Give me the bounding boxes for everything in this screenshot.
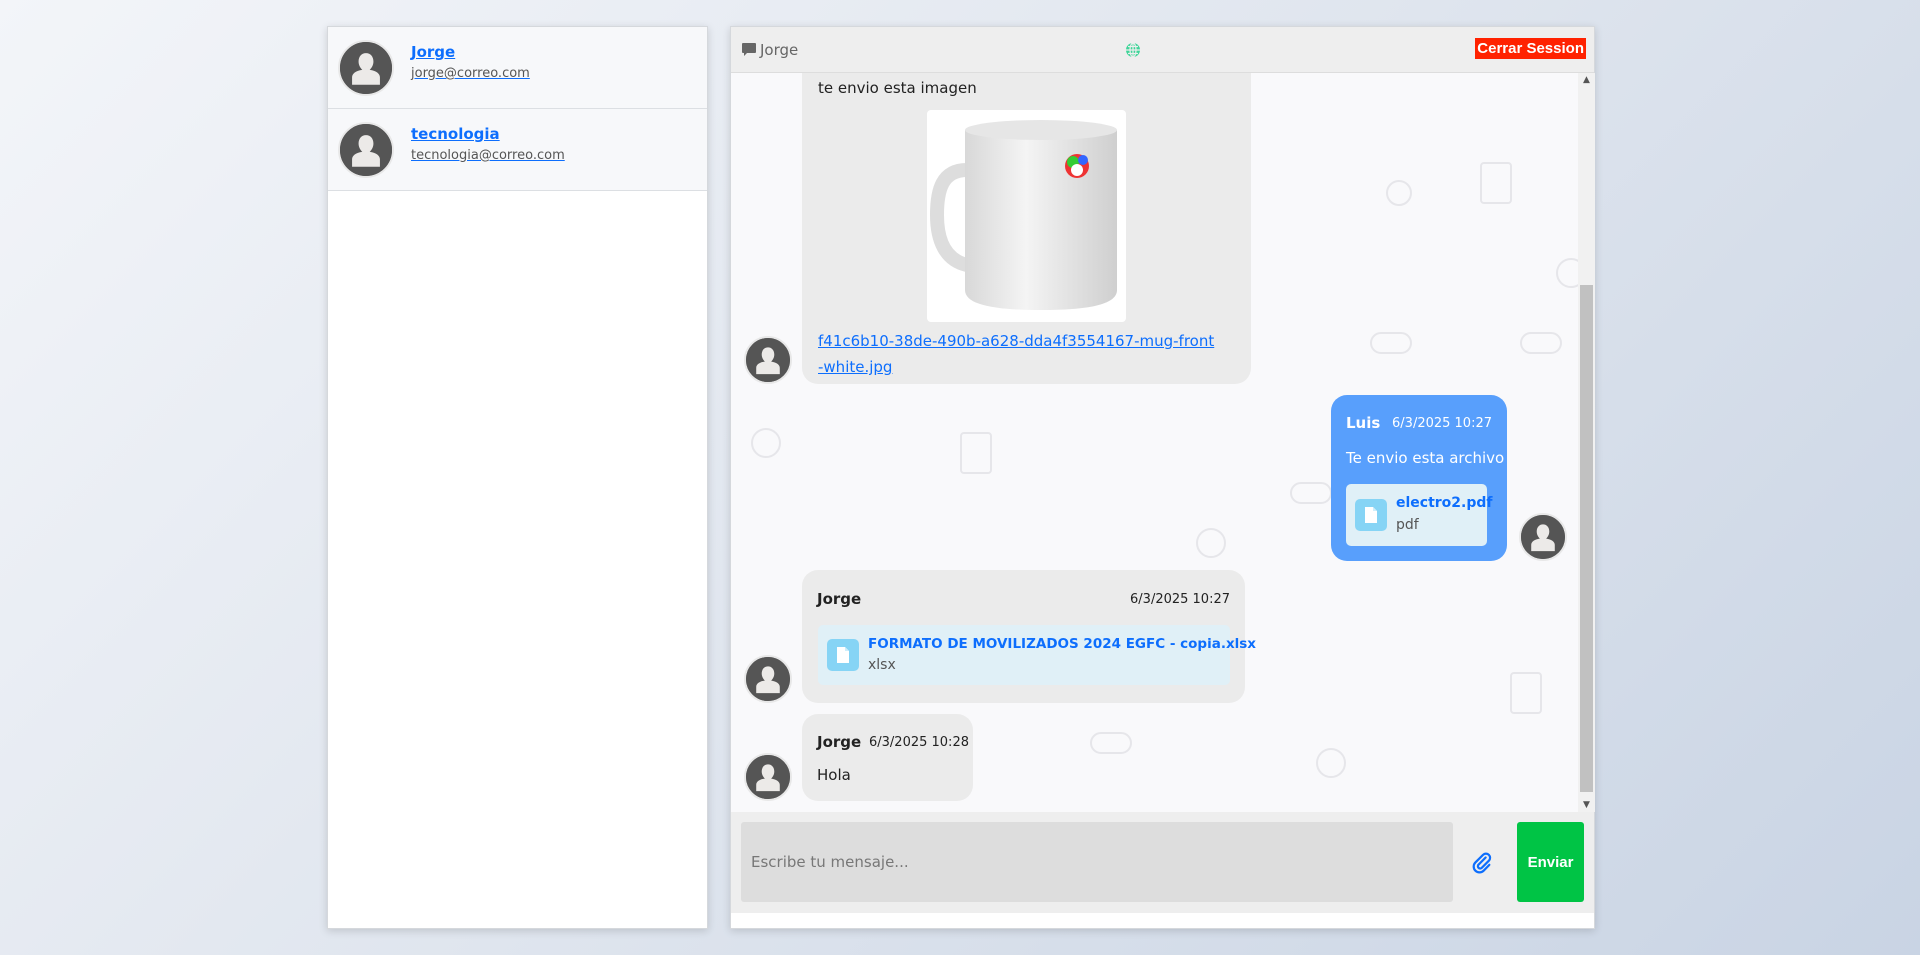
file-type: pdf	[1396, 517, 1419, 533]
contact-email[interactable]: jorge@correo.com	[411, 66, 530, 81]
own-avatar	[1519, 513, 1567, 561]
contact-item-tecnologia[interactable]: tecnologia tecnologia@correo.com	[328, 109, 707, 191]
avatar	[338, 40, 394, 96]
scrollbar-thumb[interactable]	[1580, 285, 1593, 792]
chat-bubble-icon	[742, 43, 756, 56]
file-attachment[interactable]: FORMATO DE MOVILIZADOS 2024 EGFC - copia…	[818, 625, 1256, 685]
file-name[interactable]: FORMATO DE MOVILIZADOS 2024 EGFC - copia…	[868, 636, 1256, 652]
avatar	[338, 122, 394, 178]
messages-scrollbar[interactable]: ▲ ▼	[1578, 73, 1595, 812]
message-bubble-image: te envio esta imagen f41c6b10-38de-490b-…	[802, 73, 1251, 384]
file-icon	[1355, 499, 1387, 531]
send-button[interactable]: Enviar	[1517, 822, 1584, 902]
chat-name: Jorge	[760, 41, 799, 59]
globe-icon	[1126, 42, 1140, 58]
scroll-up-icon[interactable]: ▲	[1578, 73, 1595, 87]
message-bubble-text: Jorge 6/3/2025 10:28 Hola	[802, 714, 973, 801]
message-time: 6/3/2025 10:28	[869, 735, 969, 750]
image-attachment[interactable]	[927, 110, 1126, 322]
messages-area: te envio esta imagen f41c6b10-38de-490b-…	[731, 73, 1595, 812]
scroll-down-icon[interactable]: ▼	[1578, 798, 1595, 812]
chat-header: Jorge Cerrar Session	[731, 27, 1594, 73]
sender-avatar	[744, 336, 792, 384]
chat-panel: Jorge Cerrar Session te envio esta image…	[730, 26, 1595, 929]
message-bubble-outgoing: Luis 6/3/2025 10:27 Te envio esta archiv…	[1331, 395, 1507, 561]
sender-avatar	[744, 753, 792, 801]
message-time: 6/3/2025 10:27	[1130, 592, 1230, 607]
contact-name[interactable]: tecnologia	[411, 125, 500, 143]
file-name[interactable]: electro2.pdf	[1396, 495, 1493, 511]
message-sender: Jorge	[817, 733, 862, 751]
message-time: 6/3/2025 10:27	[1392, 416, 1492, 431]
contact-name[interactable]: Jorge	[411, 43, 455, 61]
paperclip-icon[interactable]	[1471, 852, 1493, 874]
sender-avatar	[744, 655, 792, 703]
file-type: xlsx	[868, 657, 896, 673]
contact-email[interactable]: tecnologia@correo.com	[411, 148, 565, 163]
mug-image	[929, 120, 1117, 310]
image-file-link[interactable]: f41c6b10-38de-490b-a628-dda4f3554167-mug…	[818, 328, 1218, 380]
message-text: Te envio esta archivo	[1346, 449, 1505, 467]
logout-button[interactable]: Cerrar Session	[1475, 38, 1586, 59]
message-sender: Jorge	[817, 590, 862, 608]
file-attachment[interactable]: electro2.pdf pdf	[1346, 484, 1493, 546]
message-bubble-file: Jorge 6/3/2025 10:27 FORMATO DE MOVILIZA…	[802, 570, 1256, 703]
message-text: te envio esta imagen	[818, 79, 977, 97]
message-text: Hola	[817, 766, 851, 784]
chat-title: Jorge	[741, 41, 798, 59]
message-sender: Luis	[1346, 414, 1381, 432]
composer: Enviar	[731, 812, 1594, 913]
file-icon	[827, 639, 859, 671]
contact-item-jorge[interactable]: Jorge jorge@correo.com	[328, 27, 707, 109]
message-input[interactable]	[741, 822, 1453, 902]
contacts-sidebar: Jorge jorge@correo.com tecnologia tecnol…	[327, 26, 708, 929]
